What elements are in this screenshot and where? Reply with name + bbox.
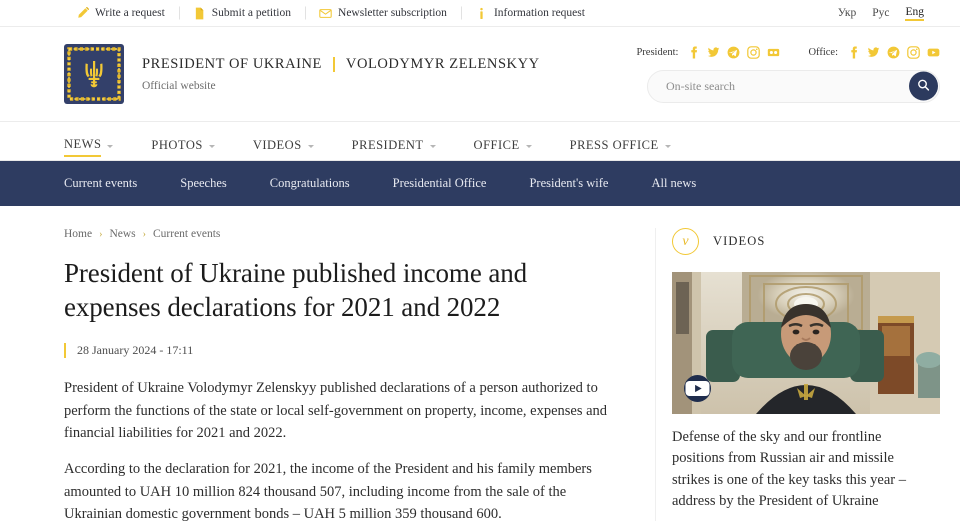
site-logo-link[interactable]: PRESIDENT OF UKRAINE VOLODYMYR ZELENSKYY… — [64, 44, 540, 104]
information-request-link[interactable]: Information request — [461, 7, 599, 20]
article-timestamp: 28 January 2024 - 17:11 — [77, 343, 194, 358]
nav-item-press-office-label: PRESS OFFICE — [569, 138, 659, 152]
language-option-rus[interactable]: Рус — [872, 7, 889, 20]
page-content: Home › News › Current events President o… — [0, 206, 960, 521]
office-social-group: Office: — [808, 45, 940, 59]
breadcrumb: Home › News › Current events — [64, 228, 611, 240]
top-utility-links: Write a request Submit a petition Newsle… — [70, 6, 599, 20]
subnav-item-presidential-office[interactable]: Presidential Office — [393, 176, 487, 191]
brand-divider — [332, 57, 335, 72]
telegram-icon[interactable] — [887, 46, 900, 59]
telegram-icon[interactable] — [727, 46, 740, 59]
instagram-icon[interactable] — [907, 45, 920, 59]
brand-subtitle: Official website — [142, 80, 216, 92]
president-social-group: President: — [636, 45, 780, 59]
video-card[interactable]: Defense of the sky and our frontline pos… — [672, 272, 940, 513]
youtube-play-icon[interactable] — [684, 375, 711, 402]
twitter-icon[interactable] — [707, 46, 720, 59]
subnav-item-presidents-wife[interactable]: President's wife — [529, 176, 608, 191]
site-header: PRESIDENT OF UKRAINE VOLODYMYR ZELENSKYY… — [0, 27, 960, 122]
facebook-icon[interactable] — [687, 45, 700, 59]
breadcrumb-item-news[interactable]: News — [109, 228, 135, 240]
president-social-label: President: — [636, 46, 679, 58]
nav-item-videos[interactable]: VIDEOS — [253, 122, 314, 160]
nav-item-president-label: PRESIDENT — [351, 138, 424, 152]
video-caption: Defense of the sky and our frontline pos… — [672, 429, 906, 510]
sub-navigation: Current events Speeches Congratulations … — [0, 161, 960, 206]
article-date-row: 28 January 2024 - 17:11 — [64, 343, 611, 359]
brand-primary-title: PRESIDENT OF UKRAINE — [142, 56, 322, 72]
breadcrumb-item-current-events: Current events — [153, 228, 221, 240]
office-social-label: Office: — [808, 46, 838, 58]
article-paragraph: President of Ukraine Volodymyr Zelenskyy… — [64, 380, 608, 441]
ukraine-coat-of-arms-icon — [64, 44, 124, 104]
nav-item-office-label: OFFICE — [473, 138, 520, 152]
brand-text: PRESIDENT OF UKRAINE VOLODYMYR ZELENSKYY… — [142, 56, 540, 92]
subnav-item-current-events[interactable]: Current events — [64, 176, 137, 191]
social-links-row: President: Office: — [636, 45, 940, 59]
brand-secondary-title: VOLODYMYR ZELENSKYY — [345, 56, 540, 72]
video-badge-icon: v — [672, 228, 699, 255]
nav-item-president[interactable]: PRESIDENT — [352, 122, 436, 160]
breadcrumb-separator-icon: › — [99, 228, 103, 240]
header-right-panel: President: Office: — [636, 45, 940, 103]
newsletter-subscription-link[interactable]: Newsletter subscription — [305, 7, 461, 20]
nav-item-photos-label: PHOTOS — [151, 138, 203, 152]
date-accent-bar — [64, 343, 66, 359]
search-icon — [917, 78, 930, 94]
information-request-label: Information request — [493, 7, 585, 19]
breadcrumb-separator-icon: › — [142, 228, 146, 240]
submit-a-petition-link[interactable]: Submit a petition — [179, 7, 305, 20]
site-search — [647, 69, 940, 103]
chevron-down-icon — [107, 144, 114, 148]
chevron-down-icon — [429, 144, 436, 148]
top-utility-bar: Write a request Submit a petition Newsle… — [0, 0, 960, 27]
page-title: President of Ukraine published income an… — [64, 258, 528, 323]
write-a-request-link[interactable]: Write a request — [70, 6, 179, 20]
twitter-icon[interactable] — [867, 46, 880, 59]
newsletter-subscription-label: Newsletter subscription — [338, 7, 447, 19]
article-column: Home › News › Current events President o… — [0, 228, 656, 521]
write-a-request-label: Write a request — [95, 7, 165, 19]
search-input[interactable] — [647, 69, 940, 103]
brand-title-row: PRESIDENT OF UKRAINE VOLODYMYR ZELENSKYY — [142, 56, 540, 73]
subnav-item-speeches[interactable]: Speeches — [180, 176, 227, 191]
videos-sidebar: v VIDEOS Defense of the sky and our fron… — [656, 228, 960, 521]
chevron-down-icon — [307, 144, 314, 148]
subnav-item-all-news[interactable]: All news — [651, 176, 696, 191]
language-switcher: Укр Рус Eng — [838, 6, 940, 21]
flickr-icon[interactable] — [767, 46, 780, 59]
video-thumbnail[interactable] — [672, 272, 940, 414]
youtube-icon[interactable] — [927, 46, 940, 59]
pencil-icon — [76, 6, 89, 20]
language-option-eng[interactable]: Eng — [905, 6, 924, 21]
video-thumbnail-image — [672, 272, 940, 414]
nav-item-press-office[interactable]: PRESS OFFICE — [570, 122, 671, 160]
nav-item-news[interactable]: NEWS — [64, 122, 114, 160]
nav-item-photos[interactable]: PHOTOS — [151, 122, 215, 160]
chevron-down-icon — [525, 144, 532, 148]
main-navigation: NEWS PHOTOS VIDEOS PRESIDENT OFFICE PRES… — [0, 122, 960, 161]
nav-item-office[interactable]: OFFICE — [474, 122, 532, 160]
videos-section-header: v VIDEOS — [672, 228, 940, 255]
subnav-item-congratulations[interactable]: Congratulations — [270, 176, 350, 191]
facebook-icon[interactable] — [847, 45, 860, 59]
nav-item-videos-label: VIDEOS — [252, 138, 302, 152]
videos-section-title: VIDEOS — [713, 234, 766, 248]
chevron-down-icon — [664, 144, 671, 148]
search-submit-button[interactable] — [909, 71, 938, 101]
instagram-icon[interactable] — [747, 45, 761, 59]
info-icon — [475, 7, 488, 20]
envelope-icon — [319, 7, 332, 20]
document-icon — [193, 7, 206, 20]
nav-item-news-label: NEWS — [64, 137, 102, 157]
article-paragraph: According to the declaration for 2021, t… — [64, 461, 592, 521]
language-option-ukr[interactable]: Укр — [838, 7, 856, 20]
chevron-down-icon — [208, 144, 215, 148]
breadcrumb-item-home[interactable]: Home — [64, 228, 92, 240]
submit-a-petition-label: Submit a petition — [211, 7, 292, 19]
